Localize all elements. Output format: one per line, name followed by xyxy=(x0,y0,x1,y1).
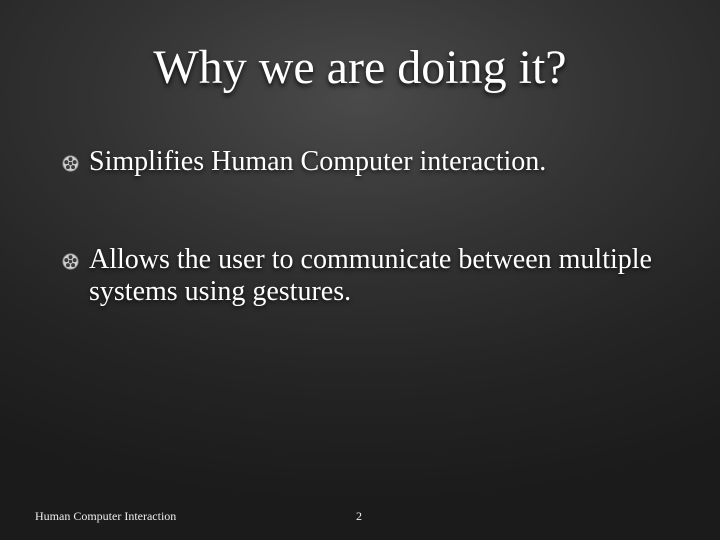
bullet-list: Simplifies Human Computer interaction. A… xyxy=(62,146,702,374)
bullet-text: Allows the user to communicate between m… xyxy=(89,244,652,307)
bullet-item: Allows the user to communicate between m… xyxy=(62,244,702,308)
film-reel-icon xyxy=(62,155,79,172)
slide-title: Why we are doing it? xyxy=(153,41,567,94)
slide: Why we are doing it? Simplifies Human Co… xyxy=(0,0,720,540)
bullet-text: Simplifies Human Computer interaction. xyxy=(89,146,547,177)
slide-footer: Human Computer Interaction xyxy=(35,509,177,523)
film-reel-icon xyxy=(62,253,79,270)
bullet-item: Simplifies Human Computer interaction. xyxy=(62,146,702,178)
slide-number: 2 xyxy=(356,509,362,523)
